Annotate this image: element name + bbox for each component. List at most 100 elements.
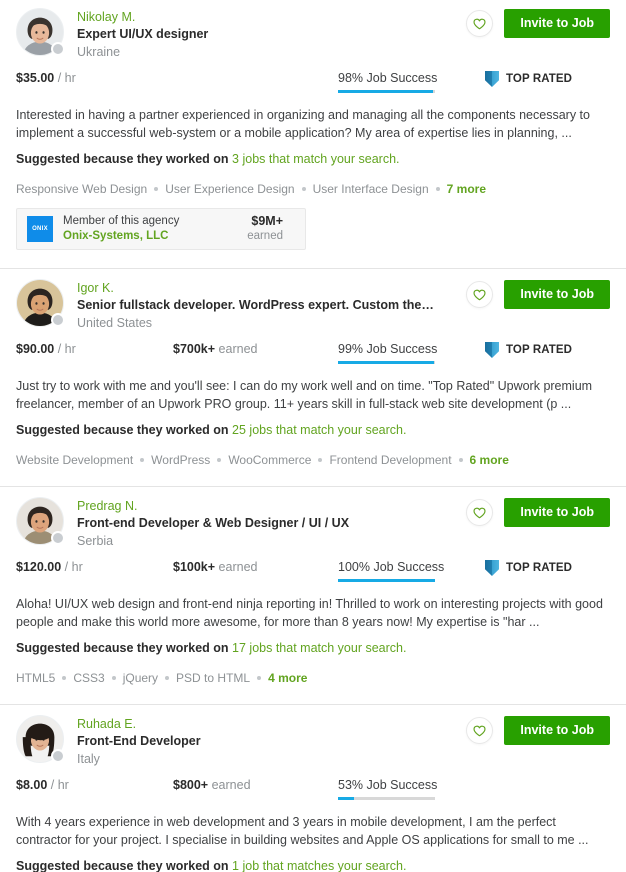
invite-to-job-button[interactable]: Invite to Job: [504, 498, 610, 527]
suggested-reason: Suggested because they worked on 25 jobs…: [16, 422, 610, 439]
suggested-match-link[interactable]: 3 jobs that match your search.: [232, 152, 399, 166]
suggested-match-link[interactable]: 1 job that matches your search.: [232, 859, 406, 872]
total-earned: $700k+ earned: [173, 341, 257, 357]
job-success-label: 99% Job Success: [338, 342, 438, 356]
top-rated-badge: TOP RATED: [484, 559, 572, 577]
avatar[interactable]: [16, 715, 65, 763]
online-status-indicator: [51, 749, 65, 763]
more-skills-link[interactable]: 7 more: [447, 181, 486, 197]
skill-tag[interactable]: User Experience Design: [165, 181, 294, 197]
suggested-reason: Suggested because they worked on 17 jobs…: [16, 640, 610, 657]
earned-amount: $100k+: [173, 560, 216, 574]
skill-tag[interactable]: Frontend Development: [329, 452, 451, 468]
job-success-bar-fill: [338, 797, 355, 800]
save-favorite-button[interactable]: [466, 717, 494, 744]
freelancer-description: Interested in having a partner experienc…: [16, 108, 590, 140]
freelancer-location: Italy: [77, 752, 100, 766]
skill-separator-icon: [140, 458, 145, 462]
freelancer-card: Nikolay M. Expert UI/UX designer Ukraine…: [0, 0, 626, 268]
agency-earned-label: earned: [247, 230, 283, 242]
job-success-bar: [338, 90, 435, 93]
hourly-rate: $35.00 / hr: [16, 70, 76, 86]
heart-icon: [473, 725, 486, 737]
agency-logo-icon: ONIX: [27, 216, 53, 242]
job-success-score: 53% Job Success: [338, 777, 437, 800]
invite-to-job-button[interactable]: Invite to Job: [504, 716, 610, 745]
skill-tag[interactable]: CSS3: [73, 670, 104, 686]
more-skills-link[interactable]: 6 more: [470, 452, 509, 468]
hourly-rate-unit: / hr: [57, 71, 76, 85]
freelancer-location: Ukraine: [77, 45, 121, 59]
more-skills-link[interactable]: 4 more: [268, 670, 307, 686]
agency-earned: $9M+ earned: [247, 214, 283, 244]
skill-tag[interactable]: PSD to HTML: [176, 670, 250, 686]
skill-separator-icon: [301, 187, 306, 191]
suggested-match-link[interactable]: 25 jobs that match your search.: [232, 423, 406, 437]
skill-tag[interactable]: jQuery: [123, 670, 158, 686]
skills-list: HTML5 CSS3 jQuery PSD to HTML 4 more: [16, 670, 610, 686]
card-actions: Invite to Job: [466, 9, 610, 38]
freelancer-description: With 4 years experience in web developme…: [16, 815, 589, 847]
avatar[interactable]: [16, 279, 65, 327]
top-rated-label: TOP RATED: [506, 562, 573, 574]
card-actions: Invite to Job: [466, 716, 610, 745]
hourly-rate-amount: $90.00: [16, 342, 55, 356]
hourly-rate: $8.00 / hr: [16, 777, 69, 793]
earned-unit: earned: [218, 560, 258, 574]
suggested-reason: Suggested because they worked on 1 job t…: [16, 858, 610, 872]
skill-separator-icon: [111, 676, 116, 680]
skill-separator-icon: [257, 676, 262, 680]
hourly-rate-amount: $35.00: [16, 71, 55, 85]
hourly-rate-unit: / hr: [64, 560, 83, 574]
freelancer-header: Ruhada E. Front-End Developer Italy Invi…: [16, 715, 610, 767]
save-favorite-button[interactable]: [466, 10, 494, 37]
freelancer-stats: $35.00 / hr 98% Job Success TOP RATED: [16, 70, 610, 96]
skill-tag[interactable]: Website Development: [16, 452, 133, 468]
suggested-lead: Suggested because they worked on: [16, 859, 229, 872]
skill-tag[interactable]: WordPress: [151, 452, 210, 468]
agency-logo-text: ONIX: [32, 226, 48, 232]
job-success-label: 98% Job Success: [338, 71, 438, 85]
skill-separator-icon: [435, 187, 440, 191]
invite-to-job-button[interactable]: Invite to Job: [504, 9, 610, 38]
avatar[interactable]: [16, 497, 65, 545]
hourly-rate-amount: $8.00: [16, 778, 48, 792]
earned-unit: earned: [211, 778, 251, 792]
skill-tag[interactable]: WooCommerce: [228, 452, 311, 468]
freelancer-name-link[interactable]: Nikolay M.: [77, 9, 440, 25]
freelancer-title: Front-End Developer: [77, 734, 201, 748]
job-success-label: 100% Job Success: [338, 560, 445, 574]
hourly-rate-amount: $120.00: [16, 560, 62, 574]
agency-name-link[interactable]: Onix-Systems, LLC: [63, 229, 179, 244]
skill-separator-icon: [318, 458, 323, 462]
save-favorite-button[interactable]: [466, 499, 494, 526]
top-rated-badge: TOP RATED: [484, 341, 572, 359]
freelancer-header: Igor K. Senior fullstack developer. Word…: [16, 279, 610, 331]
online-status-indicator: [51, 313, 65, 327]
top-rated-label: TOP RATED: [506, 73, 573, 85]
freelancer-description: Aloha! UI/UX web design and front-end ni…: [16, 597, 603, 629]
avatar[interactable]: [16, 8, 65, 56]
freelancer-name-link[interactable]: Igor K.: [77, 280, 440, 296]
freelancer-name-link[interactable]: Predrag N.: [77, 498, 440, 514]
job-success-bar-fill: [338, 90, 434, 93]
hourly-rate-unit: / hr: [50, 778, 69, 792]
top-rated-shield: [485, 560, 499, 576]
skill-separator-icon: [154, 187, 159, 191]
save-favorite-button[interactable]: [466, 281, 494, 308]
card-actions: Invite to Job: [466, 280, 610, 309]
skill-tag[interactable]: Responsive Web Design: [16, 181, 147, 197]
suggested-match-link[interactable]: 17 jobs that match your search.: [232, 641, 406, 655]
invite-to-job-button[interactable]: Invite to Job: [504, 280, 610, 309]
earned-amount: $700k+: [173, 342, 216, 356]
card-actions: Invite to Job: [466, 498, 610, 527]
job-success-bar: [338, 579, 435, 582]
total-earned: $100k+ earned: [173, 559, 257, 575]
skill-tag[interactable]: HTML5: [16, 670, 55, 686]
freelancer-name-link[interactable]: Ruhada E.: [77, 716, 440, 732]
skill-separator-icon: [217, 458, 222, 462]
agency-box[interactable]: ONIX Member of this agency Onix-Systems,…: [16, 208, 306, 250]
freelancer-description: Just try to work with me and you'll see:…: [16, 379, 593, 411]
job-success-score: 100% Job Success: [338, 559, 444, 582]
skill-tag[interactable]: User Interface Design: [313, 181, 429, 197]
